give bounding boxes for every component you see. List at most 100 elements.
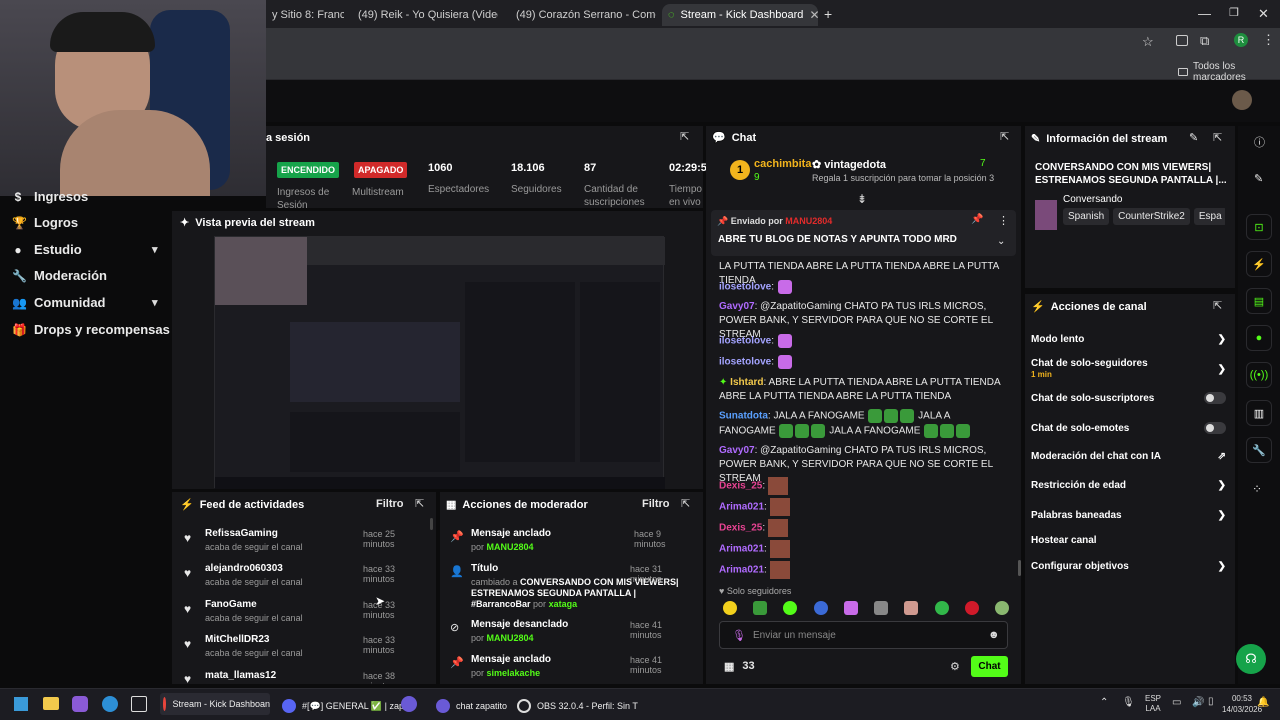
category-name[interactable]: Conversando bbox=[1063, 194, 1122, 205]
setting-slow-mode[interactable]: Modo lento ❯ bbox=[1031, 334, 1226, 345]
setting-banned-words[interactable]: Palabras baneadas ❯ bbox=[1031, 510, 1226, 521]
popout-icon[interactable]: ⇱ bbox=[415, 497, 424, 510]
setting-emotes-only[interactable]: Chat de solo-emotes bbox=[1031, 422, 1226, 434]
taskbar-obs[interactable]: OBS 32.0.4 - Perfil: Sin T bbox=[517, 699, 638, 713]
taskbar-discord[interactable]: #[💬] GENERAL ✅ | zapa bbox=[282, 699, 409, 713]
top-gifter-name[interactable]: cachimbita bbox=[754, 158, 811, 170]
battery-icon[interactable]: ▯ bbox=[1208, 696, 1214, 707]
send-chat-button[interactable]: Chat bbox=[971, 656, 1008, 677]
app-icon[interactable] bbox=[401, 696, 417, 712]
emote-button[interactable] bbox=[723, 601, 737, 615]
emote-button[interactable] bbox=[813, 601, 828, 615]
minimize-icon[interactable]: — bbox=[1198, 6, 1211, 21]
sidebar-item-comunidad[interactable]: 👥 Comunidad ▾ bbox=[12, 295, 158, 310]
unpin-icon[interactable]: 📌 bbox=[971, 214, 983, 225]
media-icon[interactable] bbox=[1176, 35, 1188, 46]
browser-tab[interactable]: (49) Reik - Yo Quisiera (Video)✕ bbox=[346, 4, 498, 26]
emote-button[interactable] bbox=[934, 601, 949, 615]
file-explorer-icon[interactable] bbox=[43, 697, 59, 710]
close-tab-icon[interactable]: ✕ bbox=[809, 8, 818, 22]
profile-avatar[interactable]: R bbox=[1234, 33, 1248, 47]
chevron-down-icon[interactable]: ⌄ bbox=[997, 236, 1005, 247]
setting-goals[interactable]: Configurar objetivos ❯ bbox=[1031, 561, 1226, 572]
menu-dots-icon[interactable]: ⋮ bbox=[1262, 32, 1275, 48]
mic-icon[interactable]: 🎙 bbox=[732, 629, 746, 642]
gear-icon[interactable]: ⚙ bbox=[950, 660, 960, 673]
emote-button[interactable] bbox=[874, 601, 889, 615]
mic-icon[interactable]: 🎙 bbox=[1122, 697, 1135, 708]
chevron-up-icon[interactable]: ⌃ bbox=[1100, 697, 1108, 708]
taskbar-chat[interactable]: chat zapatito bbox=[436, 699, 507, 713]
popout-icon[interactable]: ⇱ bbox=[1213, 131, 1222, 144]
toggle-switch[interactable] bbox=[1204, 392, 1226, 404]
info-icon[interactable]: ⓘ bbox=[1254, 134, 1265, 150]
extensions-icon[interactable]: ⧉ bbox=[1200, 33, 1209, 49]
popout-icon[interactable]: ⇱ bbox=[1000, 130, 1009, 143]
rail-button-broadcast[interactable]: ((•)) bbox=[1246, 362, 1272, 388]
stream-preview-video[interactable] bbox=[214, 236, 665, 489]
category-thumbnail bbox=[1035, 200, 1057, 230]
toggle-switch[interactable] bbox=[1204, 422, 1226, 434]
clock[interactable]: 00:53 14/03/2026 bbox=[1222, 693, 1262, 715]
popout-icon[interactable]: ⇱ bbox=[681, 497, 690, 510]
pencil-icon[interactable]: ✎ bbox=[1254, 172, 1263, 185]
popout-icon[interactable]: ⇱ bbox=[680, 130, 689, 143]
browser-tab[interactable]: y Sitio 8: Franc✕ bbox=[266, 4, 344, 26]
restore-icon[interactable]: ❐ bbox=[1229, 6, 1239, 19]
sidebar-item-ingresos[interactable]: $ Ingresos bbox=[12, 189, 89, 204]
network-icon[interactable]: ▭ bbox=[1172, 697, 1181, 708]
tag[interactable]: Spanish bbox=[1063, 208, 1110, 225]
setting-age-restriction[interactable]: Restricción de edad ❯ bbox=[1031, 480, 1226, 491]
edit-icon[interactable]: ✎ bbox=[1189, 131, 1198, 144]
popout-icon[interactable]: ⇱ bbox=[1213, 299, 1222, 312]
new-tab-button[interactable]: + bbox=[824, 6, 832, 22]
setting-host-channel[interactable]: Hostear canal bbox=[1031, 535, 1226, 546]
chat-input[interactable]: 🎙 Enviar un mensaje ☻ bbox=[719, 621, 1008, 649]
rail-button-bolt[interactable]: ⚡ bbox=[1246, 251, 1272, 277]
star-icon[interactable]: ☆ bbox=[1142, 34, 1154, 50]
setting-subscribers-only[interactable]: Chat de solo-suscriptores bbox=[1031, 392, 1226, 404]
help-button[interactable]: ☊ bbox=[1236, 644, 1266, 674]
sidebar-item-estudio[interactable]: ● Estudio ▾ bbox=[12, 242, 157, 257]
windows-start-icon[interactable] bbox=[14, 697, 28, 711]
feed-filter-button[interactable]: Filtro bbox=[376, 498, 404, 510]
close-window-icon[interactable]: ✕ bbox=[1258, 6, 1269, 22]
store-icon[interactable] bbox=[131, 696, 147, 712]
browser-tab[interactable]: (49) Corazón Serrano - Como S✕ bbox=[504, 4, 656, 26]
sidebar-item-drops[interactable]: 🎁 Drops y recompensas bbox=[12, 322, 170, 337]
rail-button-wrench[interactable]: 🔧 bbox=[1246, 437, 1272, 463]
user-avatar[interactable] bbox=[1232, 90, 1252, 110]
emote-button[interactable] bbox=[753, 601, 768, 615]
notification-icon[interactable]: 🔔 bbox=[1257, 697, 1269, 708]
rail-button-camera[interactable]: ⊡ bbox=[1246, 214, 1272, 240]
menu-dots-icon[interactable]: ⋮ bbox=[998, 214, 1009, 227]
sidebar-item-moderacion[interactable]: 🔧 Moderación bbox=[12, 268, 107, 283]
emoji-icon[interactable]: ☻ bbox=[988, 629, 1000, 641]
volume-icon[interactable]: 🔊 bbox=[1192, 697, 1204, 708]
leader-name[interactable]: ✿ vintagedota bbox=[812, 158, 886, 171]
emote-button[interactable] bbox=[964, 601, 979, 615]
rail-button-clipboard[interactable]: ▤ bbox=[1246, 288, 1272, 314]
emote-button[interactable] bbox=[783, 601, 798, 615]
rail-button-server[interactable]: ▥ bbox=[1246, 400, 1272, 426]
chat-scrollbar[interactable] bbox=[1018, 560, 1021, 576]
setting-followers-only[interactable]: Chat de solo-seguidores 1 min ❯ bbox=[1031, 358, 1226, 380]
browser-tab-active[interactable]: ◌ Stream - Kick Dashboard ✕ bbox=[662, 4, 818, 26]
emote-button[interactable] bbox=[843, 601, 858, 615]
mod-filter-button[interactable]: Filtro bbox=[642, 498, 670, 510]
app-icon[interactable] bbox=[72, 696, 88, 712]
scrollbar[interactable] bbox=[430, 518, 433, 530]
setting-ai-moderation[interactable]: Moderación del chat con IA ⇗ bbox=[1031, 451, 1226, 462]
more-icon[interactable]: ⁘ bbox=[1252, 482, 1262, 496]
rail-button-chat[interactable]: ● bbox=[1246, 325, 1272, 351]
edge-icon[interactable] bbox=[102, 696, 118, 712]
pinned-by: 📌 Enviado por MANU2804 bbox=[717, 216, 833, 226]
language-indicator[interactable]: ESP LAA bbox=[1145, 694, 1161, 714]
expand-icon[interactable]: ⇟ bbox=[857, 192, 867, 206]
emote-button[interactable] bbox=[994, 601, 1009, 615]
tag[interactable]: Espa bbox=[1193, 208, 1225, 225]
sidebar-item-logros[interactable]: 🏆 Logros bbox=[12, 215, 78, 230]
emote-button[interactable] bbox=[904, 601, 919, 615]
taskbar-chrome[interactable]: Stream - Kick Dashboan bbox=[160, 693, 270, 715]
tag[interactable]: CounterStrike2 bbox=[1113, 208, 1190, 225]
